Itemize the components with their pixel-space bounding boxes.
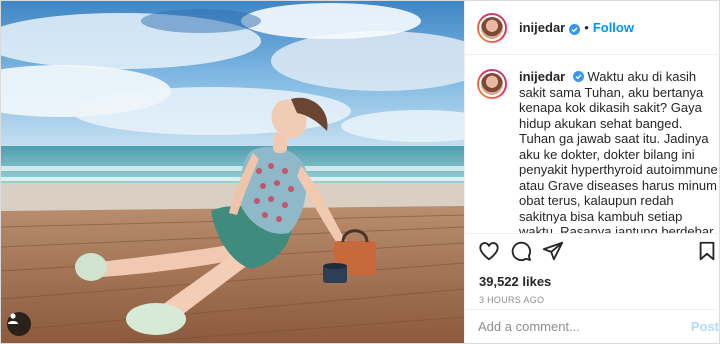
comments-area: inijedar Waktu aku di kasih sakit sama T… [465,55,720,233]
avatar[interactable] [477,12,507,43]
post-side-panel: inijedar • Follow inijedar Waktu aku di … [464,1,720,343]
comment-icon [510,240,532,267]
instagram-post: inijedar • Follow inijedar Waktu aku di … [0,0,720,344]
post-photo[interactable] [1,1,464,343]
verified-badge-icon [572,70,584,82]
caption-username[interactable]: inijedar [519,69,565,84]
bookmark-icon [696,240,718,267]
verified-badge-icon [569,22,581,35]
save-button[interactable] [691,238,720,270]
like-button[interactable] [473,238,505,270]
header-username[interactable]: inijedar [519,20,565,35]
post-comment-button[interactable]: Post [691,319,719,334]
action-bar [465,233,720,273]
user-tag-button[interactable] [7,312,31,336]
paper-plane-icon [542,240,564,267]
share-button[interactable] [537,238,569,270]
comment-button[interactable] [505,238,537,270]
caption: inijedar Waktu aku di kasih sakit sama T… [519,69,719,233]
likes-count[interactable]: 39,522 likes [465,273,720,291]
post-timestamp[interactable]: 3 HOURS AGO [465,291,720,311]
follow-button[interactable]: Follow [593,20,634,35]
beach-photo-image [1,1,464,343]
heart-icon [478,240,500,267]
comment-input[interactable] [478,319,691,334]
add-comment-bar: Post [465,309,720,343]
separator-dot: • [584,20,589,35]
post-header: inijedar • Follow [465,1,720,55]
caption-text: Waktu aku di kasih sakit sama Tuhan, aku… [519,69,718,233]
caption-avatar[interactable] [477,69,507,99]
